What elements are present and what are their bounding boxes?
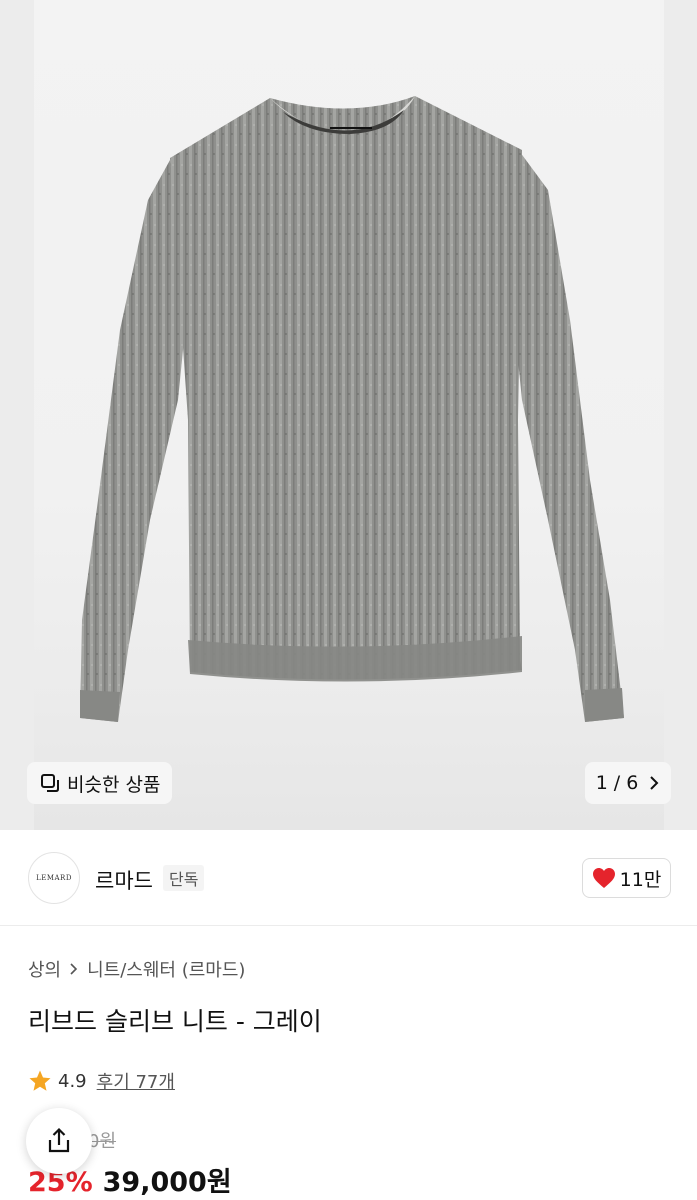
like-button[interactable]: 11만 xyxy=(582,858,671,898)
pager-current: 1 xyxy=(595,772,608,794)
star-icon xyxy=(29,1070,51,1091)
product-image-gallery[interactable]: 비슷한 상품 1 / 6 xyxy=(0,0,697,830)
brand-name[interactable]: 르마드 xyxy=(95,865,153,895)
rating-row: 4.9 후기 77개 xyxy=(28,1068,175,1094)
breadcrumb: 상의 니트/스웨터 (르마드) xyxy=(28,956,245,982)
breadcrumb-subcategory[interactable]: 니트/스웨터 (르마드) xyxy=(87,956,245,982)
product-title: 리브드 슬리브 니트 - 그레이 xyxy=(28,1007,322,1036)
brand-logo[interactable]: LEMARD xyxy=(28,852,80,904)
product-image-sweater xyxy=(80,96,624,722)
brand-row: LEMARD 르마드 단독 11만 xyxy=(0,830,697,926)
exclusive-badge: 단독 xyxy=(163,865,205,891)
share-button[interactable] xyxy=(26,1108,92,1174)
brand-logo-text: LEMARD xyxy=(36,874,72,882)
rating-value: 4.9 xyxy=(58,1070,87,1092)
original-price: 0원 xyxy=(88,1131,117,1152)
chevron-right-icon xyxy=(70,963,78,975)
similar-items-label: 비슷한 상품 xyxy=(67,773,161,796)
pager-separator: / xyxy=(613,772,621,794)
similar-items-icon xyxy=(41,774,59,792)
similar-items-button[interactable]: 비슷한 상품 xyxy=(27,762,173,804)
share-icon xyxy=(48,1127,70,1153)
pager-total: 6 xyxy=(626,772,639,794)
image-pager[interactable]: 1 / 6 xyxy=(585,762,671,804)
chevron-right-icon xyxy=(650,776,659,790)
breadcrumb-category[interactable]: 상의 xyxy=(28,956,61,982)
like-count: 11만 xyxy=(619,868,662,891)
review-link[interactable]: 후기 77개 xyxy=(97,1068,175,1094)
sale-price: 39,000원 xyxy=(102,1167,232,1198)
heart-icon xyxy=(592,868,615,888)
